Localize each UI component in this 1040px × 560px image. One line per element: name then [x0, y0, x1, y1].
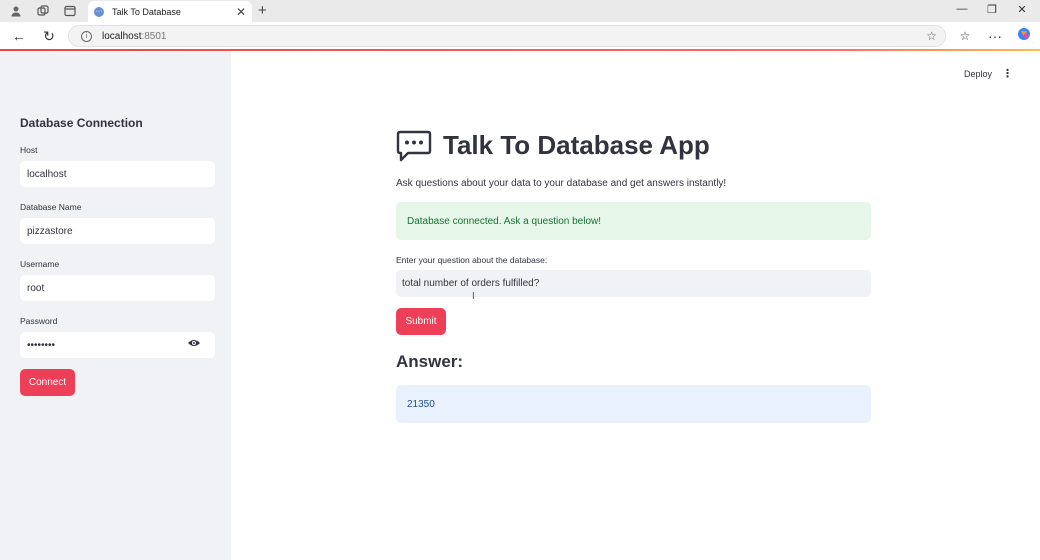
browser-tab-active[interactable]: ··· Talk To Database ✕: [88, 1, 252, 22]
tab-title: Talk To Database: [112, 6, 181, 17]
chat-bubble-icon: [396, 130, 434, 164]
favorites-icon[interactable]: ☆: [956, 27, 974, 45]
page-title: Talk To Database App: [443, 130, 710, 160]
close-window-icon[interactable]: ✕: [1014, 3, 1030, 16]
url-host: localhost: [102, 30, 142, 42]
info-icon[interactable]: i: [81, 30, 92, 42]
minimize-icon[interactable]: —: [954, 3, 970, 15]
username-label: Username: [20, 259, 60, 269]
sidebar-title: Database Connection: [20, 116, 143, 130]
success-alert: Database connected. Ask a question below…: [396, 202, 871, 240]
tab-close-icon[interactable]: ✕: [236, 5, 246, 19]
profile-icon[interactable]: [8, 3, 24, 19]
back-icon[interactable]: ←: [10, 27, 28, 45]
username-input[interactable]: root: [20, 275, 215, 301]
question-label: Enter your question about the database:: [396, 255, 548, 265]
password-value: ••••••••: [27, 339, 56, 351]
answer-heading: Answer:: [396, 352, 464, 371]
database-name-input[interactable]: pizzastore: [20, 218, 215, 244]
url-input[interactable]: i localhost:8501 ☆: [68, 25, 946, 47]
new-tab-icon[interactable]: +: [258, 2, 267, 19]
workspaces-icon[interactable]: [35, 3, 51, 19]
submit-button[interactable]: Submit: [396, 308, 446, 335]
answer-box: 21350: [396, 385, 871, 423]
deploy-button[interactable]: Deploy: [964, 69, 992, 79]
sidebar: Database Connection Host localhost Datab…: [0, 51, 231, 560]
database-name-label: Database Name: [20, 202, 82, 212]
show-password-icon[interactable]: [187, 338, 201, 351]
main-menu-icon[interactable]: ⋮: [1002, 67, 1013, 80]
star-icon[interactable]: ☆: [926, 29, 937, 43]
url-port: :8501: [141, 30, 167, 42]
maximize-icon[interactable]: ❐: [984, 3, 1000, 16]
copilot-icon[interactable]: [1015, 27, 1033, 45]
main-content: Deploy ⋮ Talk To Database App Ask questi…: [231, 51, 1040, 560]
reload-icon[interactable]: ↻: [40, 27, 58, 45]
password-label: Password: [20, 316, 58, 326]
host-input[interactable]: localhost: [20, 161, 215, 187]
text-cursor-icon: I: [472, 291, 475, 302]
browser-tab-strip: ··· Talk To Database ✕ + — ❐ ✕: [0, 0, 1040, 22]
browser-address-bar: ← ↻ i localhost:8501 ☆ ☆ ···: [0, 22, 1040, 50]
question-input[interactable]: total number of orders fulfilled?: [396, 270, 871, 297]
host-label: Host: [20, 145, 38, 155]
password-field[interactable]: ••••••••: [20, 332, 215, 358]
page-subtitle: Ask questions about your data to your da…: [396, 178, 727, 189]
connect-button[interactable]: Connect: [20, 369, 75, 396]
tab-actions-icon[interactable]: [62, 3, 78, 19]
more-icon[interactable]: ···: [986, 27, 1004, 45]
chat-favicon-icon: ···: [94, 6, 104, 17]
